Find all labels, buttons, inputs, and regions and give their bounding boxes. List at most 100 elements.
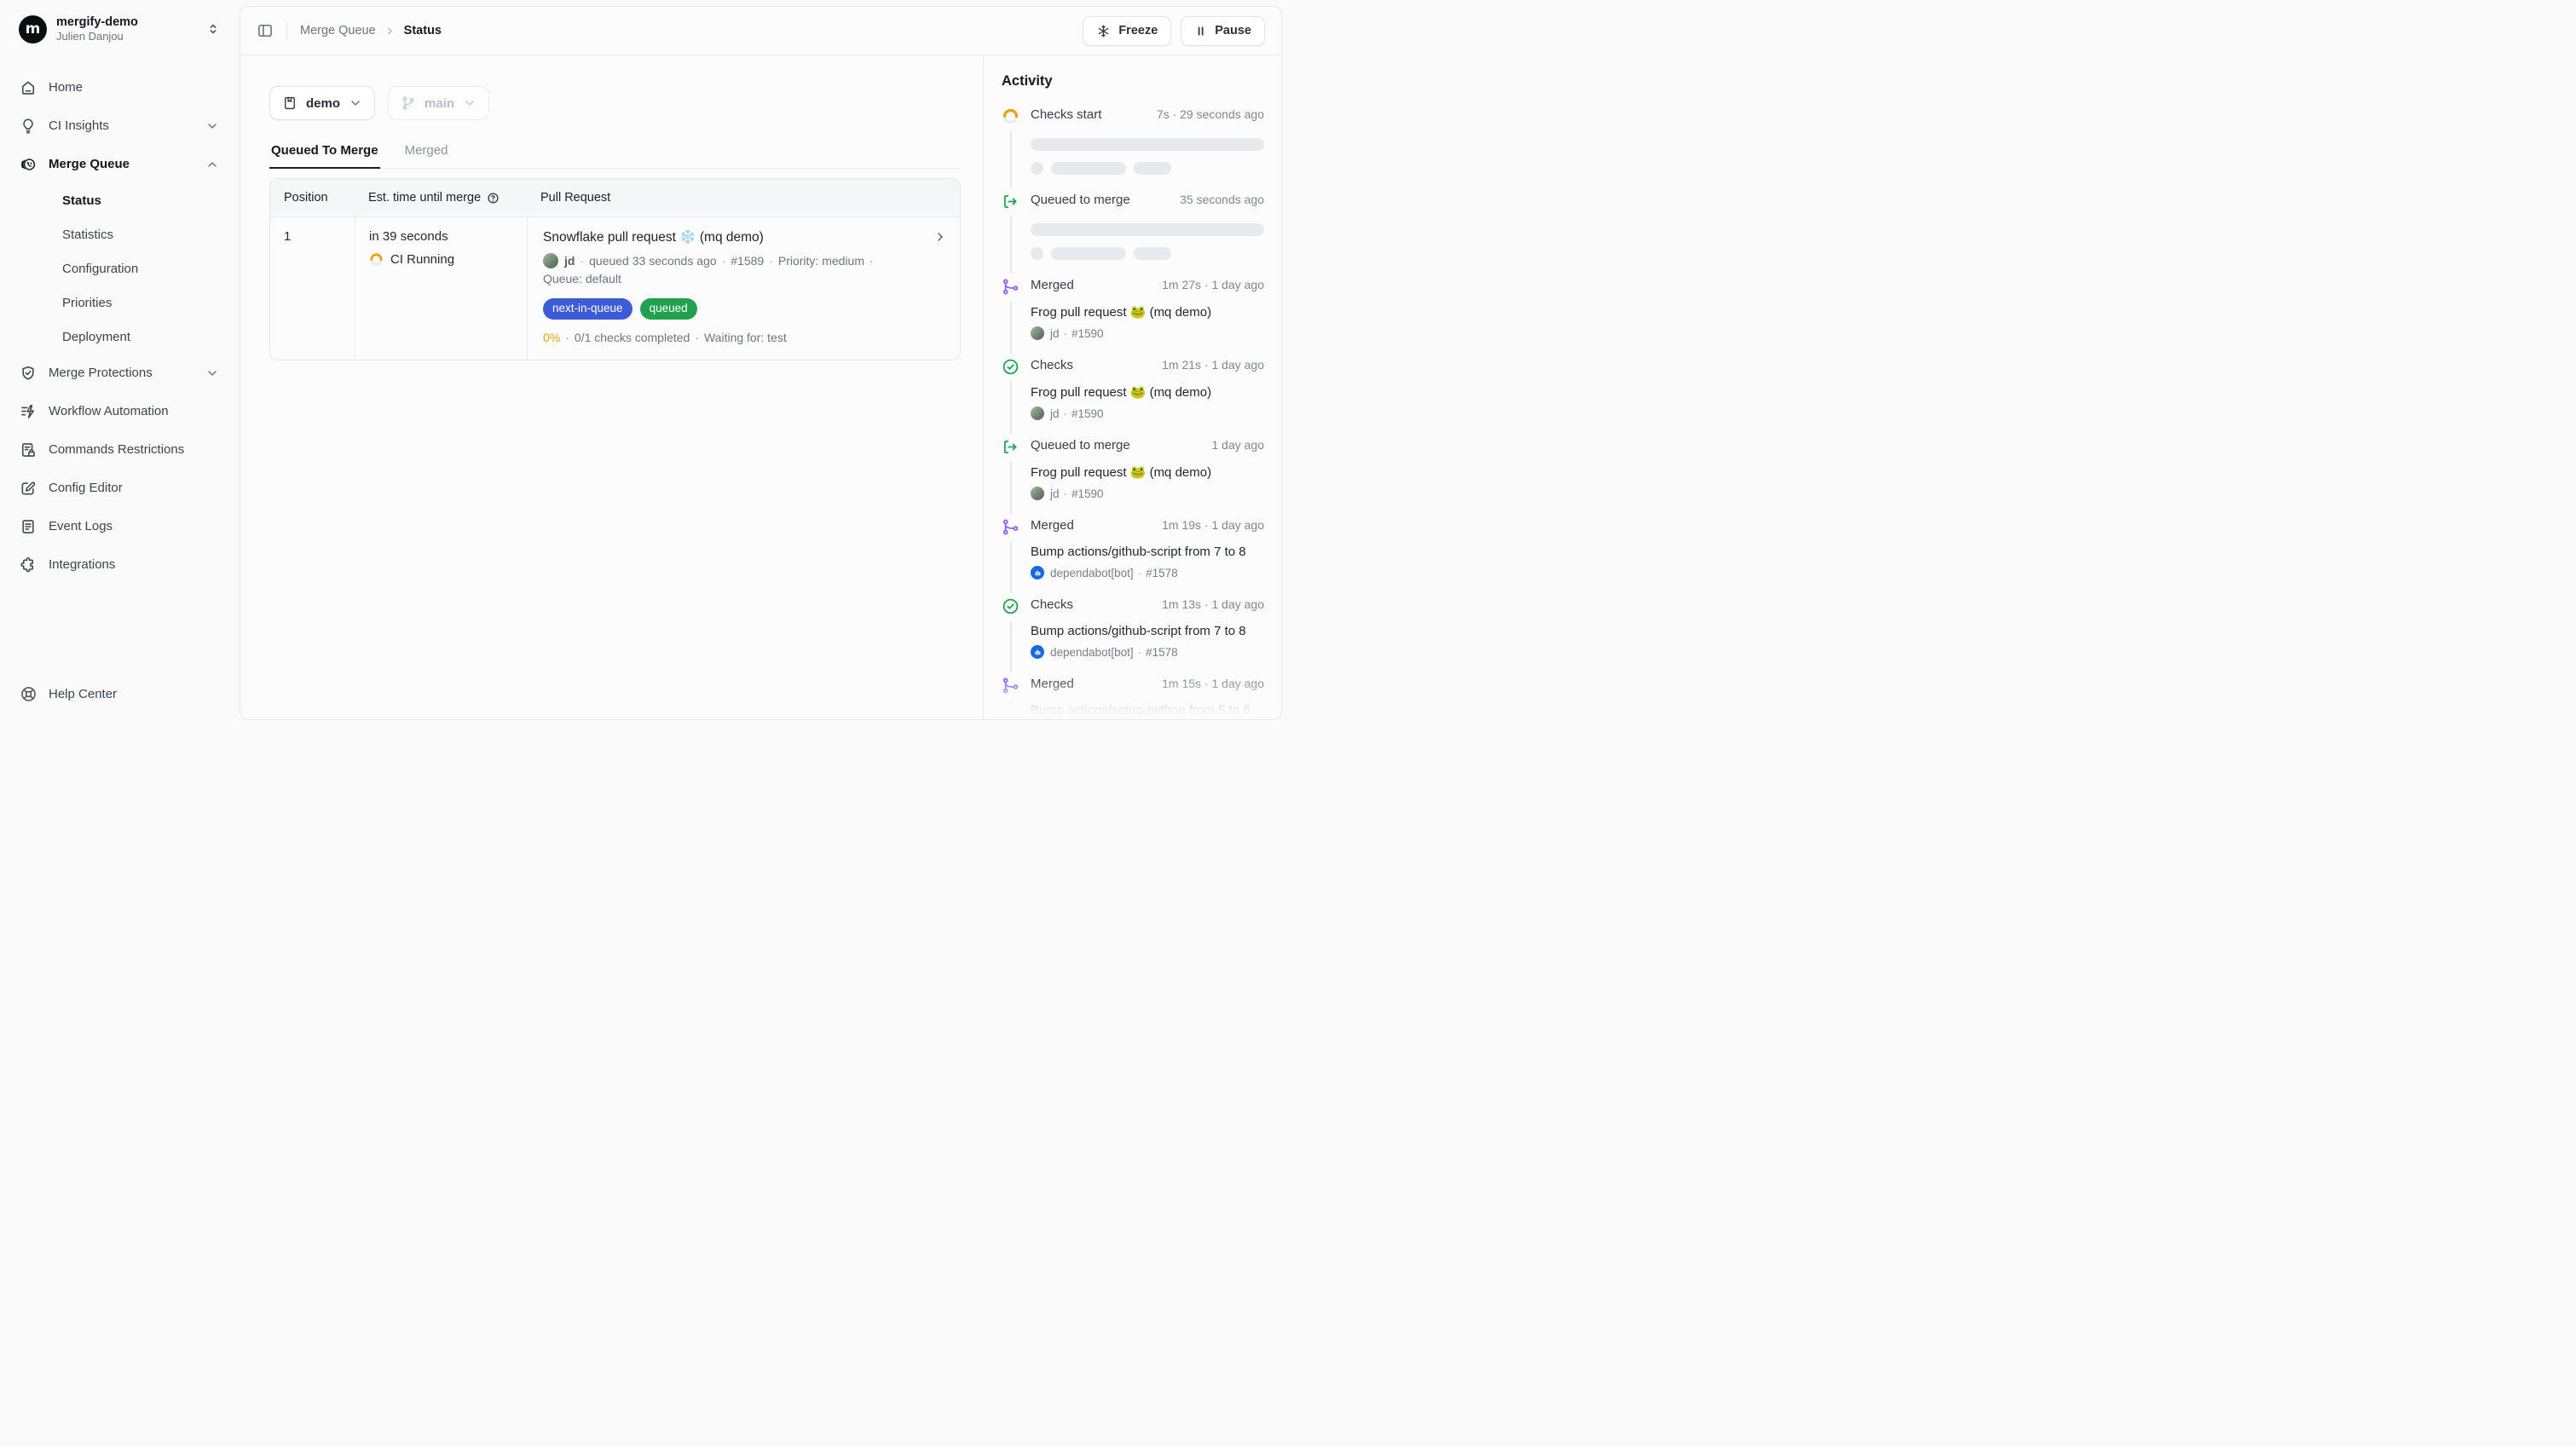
sidebar-item-merge-protections[interactable]: Merge Protections	[14, 354, 226, 392]
activity-event-title: Queued to merge	[1031, 438, 1130, 453]
sidebar-footer: Help Center	[14, 676, 226, 712]
sidebar-item-configuration[interactable]: Configuration	[14, 251, 226, 285]
queue-row[interactable]: 1 in 39 seconds CI Running Snowflake pul…	[270, 217, 960, 360]
activity-pr-meta: dependabot[bot]·#1578	[1031, 645, 1264, 659]
sidebar-item-config-editor[interactable]: Config Editor	[14, 469, 226, 507]
pr-queue-name: Queue: default	[543, 270, 921, 288]
activity-title: Activity	[1002, 73, 1264, 89]
pr-author: jd	[564, 254, 575, 268]
breadcrumb: Merge Queue Status	[300, 24, 442, 37]
sidebar-item-home[interactable]: Home	[14, 68, 226, 107]
breadcrumb-merge-queue[interactable]: Merge Queue	[300, 24, 376, 37]
chevron-right-icon[interactable]	[933, 230, 947, 244]
help-circle-icon[interactable]	[487, 192, 500, 205]
activity-pr-title[interactable]: Bump actions/github-script from 7 to 8	[1031, 545, 1264, 559]
activity-item[interactable]: Merged1m 27s · 1 day ago Frog pull reque…	[1002, 278, 1264, 358]
sidebar-item-priorities[interactable]: Priorities	[14, 285, 226, 320]
separator: ·	[1138, 646, 1142, 659]
skeleton-circle	[1031, 162, 1043, 175]
sidebar-item-ci-insights[interactable]: CI Insights	[14, 107, 226, 145]
spinner-icon	[1002, 107, 1019, 125]
sidebar-item-label: Integrations	[49, 557, 115, 572]
activity-panel: Activity Checks start7s · 29 seconds ago…	[983, 55, 1281, 719]
activity-item[interactable]: Checks start7s · 29 seconds ago	[1002, 107, 1264, 193]
chevron-down-icon	[349, 96, 362, 110]
activity-author: jd	[1050, 407, 1060, 420]
activity-item[interactable]: Merged1m 19s · 1 day ago Bump actions/gi…	[1002, 518, 1264, 597]
position-cell: 1	[270, 217, 355, 360]
skeleton-bar	[1134, 247, 1171, 260]
sidebar-item-merge-queue[interactable]: Merge Queue	[14, 145, 226, 183]
lightbulb-icon	[20, 118, 37, 135]
activity-pr-meta: jd ·#1590	[1031, 487, 1264, 500]
activity-skeleton	[1031, 125, 1264, 175]
activity-author: jd	[1050, 327, 1060, 340]
activity-item[interactable]: Merged1m 15s · 1 day ago Bump actions/se…	[1002, 677, 1264, 719]
chevron-down-icon	[205, 119, 219, 133]
org-text: mergify-demo Julien Danjou	[56, 14, 138, 43]
separator: ·	[1064, 487, 1068, 500]
activity-item[interactable]: Queued to merge35 seconds ago	[1002, 193, 1264, 278]
activity-author: dependabot[bot]	[1050, 567, 1134, 579]
sidebar-item-event-logs[interactable]: Event Logs	[14, 507, 226, 545]
org-switcher[interactable]: m mergify-demo Julien Danjou	[14, 10, 226, 48]
branch-select[interactable]: main	[388, 86, 489, 120]
tab-queued-to-merge[interactable]: Queued To Merge	[269, 143, 380, 169]
activity-event-time: 1m 13s · 1 day ago	[1155, 597, 1264, 611]
avatar	[1031, 487, 1044, 500]
sidebar-item-deployment[interactable]: Deployment	[14, 320, 226, 354]
sidebar-item-statistics[interactable]: Statistics	[14, 217, 226, 251]
pr-queued-time: queued 33 seconds ago	[589, 254, 716, 268]
git-merge-icon	[1002, 278, 1019, 296]
file-text-icon	[20, 518, 37, 535]
activity-item[interactable]: Queued to merge1 day ago Frog pull reque…	[1002, 438, 1264, 518]
separator: ·	[722, 254, 726, 268]
chevron-up-icon	[205, 158, 219, 171]
sidebar-item-label: Workflow Automation	[49, 404, 169, 418]
sidebar-item-label: Merge Protections	[49, 366, 153, 380]
repository-value: demo	[306, 96, 340, 111]
activity-list: Checks start7s · 29 seconds ago Queued t…	[1002, 107, 1264, 719]
pause-icon	[1194, 25, 1207, 37]
activity-item[interactable]: Checks 1m 13s · 1 day ago Bump actions/gi…	[1002, 597, 1264, 677]
pr-priority: Priority: medium	[778, 254, 864, 268]
sidebar-item-integrations[interactable]: Integrations	[14, 545, 226, 584]
repository-select[interactable]: demo	[269, 86, 375, 120]
puzzle-icon	[20, 556, 37, 574]
sidebar-toggle-button[interactable]	[257, 22, 274, 39]
activity-pr-title[interactable]: Frog pull request 🐸 (mq demo)	[1031, 384, 1264, 400]
panel-left-icon	[257, 22, 274, 39]
activity-pr-title[interactable]: Bump actions/setup-python from 5 to 6	[1031, 703, 1264, 718]
activity-event-title: Checks	[1031, 597, 1073, 612]
sidebar-nav: Home CI Insights Merge Queue Status Stat…	[14, 68, 226, 584]
separator: ·	[565, 331, 569, 344]
pause-button[interactable]: Pause	[1181, 16, 1265, 46]
sidebar: m mergify-demo Julien Danjou Home CI Ins…	[0, 0, 240, 724]
sidebar-item-label: Priorities	[62, 296, 112, 310]
pencil-square-icon	[20, 480, 37, 497]
sidebar-item-commands-restrictions[interactable]: Commands Restrictions	[14, 430, 226, 469]
queued-to-merge-icon	[1002, 193, 1019, 210]
pr-title[interactable]: Snowflake pull request ❄️ (mq demo)	[543, 229, 921, 245]
help-center-link[interactable]: Help Center	[14, 676, 226, 712]
tab-merged[interactable]: Merged	[403, 143, 450, 169]
activity-item[interactable]: Checks1m 21s · 1 day ago Frog pull reque…	[1002, 358, 1264, 438]
separator: ·	[1138, 567, 1142, 579]
repo-book-icon	[282, 95, 297, 111]
badge-queued: queued	[640, 298, 697, 320]
column-header-est-time: Est. time until merge	[355, 179, 527, 216]
activity-pr-title[interactable]: Frog pull request 🐸 (mq demo)	[1031, 304, 1264, 320]
chevron-down-icon	[463, 96, 477, 110]
sidebar-item-status[interactable]: Status	[14, 183, 226, 217]
activity-pr-title[interactable]: Frog pull request 🐸 (mq demo)	[1031, 464, 1264, 480]
queue-table: Position Est. time until merge Pull Requ…	[269, 178, 961, 360]
activity-pr-title[interactable]: Bump actions/github-script from 7 to 8	[1031, 624, 1264, 638]
skeleton-circle	[1031, 247, 1043, 260]
activity-pr-number: #1590	[1071, 487, 1104, 500]
sidebar-item-workflow-automation[interactable]: Workflow Automation	[14, 392, 226, 430]
sidebar-item-label: Home	[49, 80, 83, 95]
activity-author: jd	[1050, 487, 1060, 500]
activity-pr-number: #1578	[1146, 567, 1178, 579]
freeze-button[interactable]: Freeze	[1083, 16, 1171, 46]
activity-event-title: Checks start	[1031, 107, 1101, 122]
